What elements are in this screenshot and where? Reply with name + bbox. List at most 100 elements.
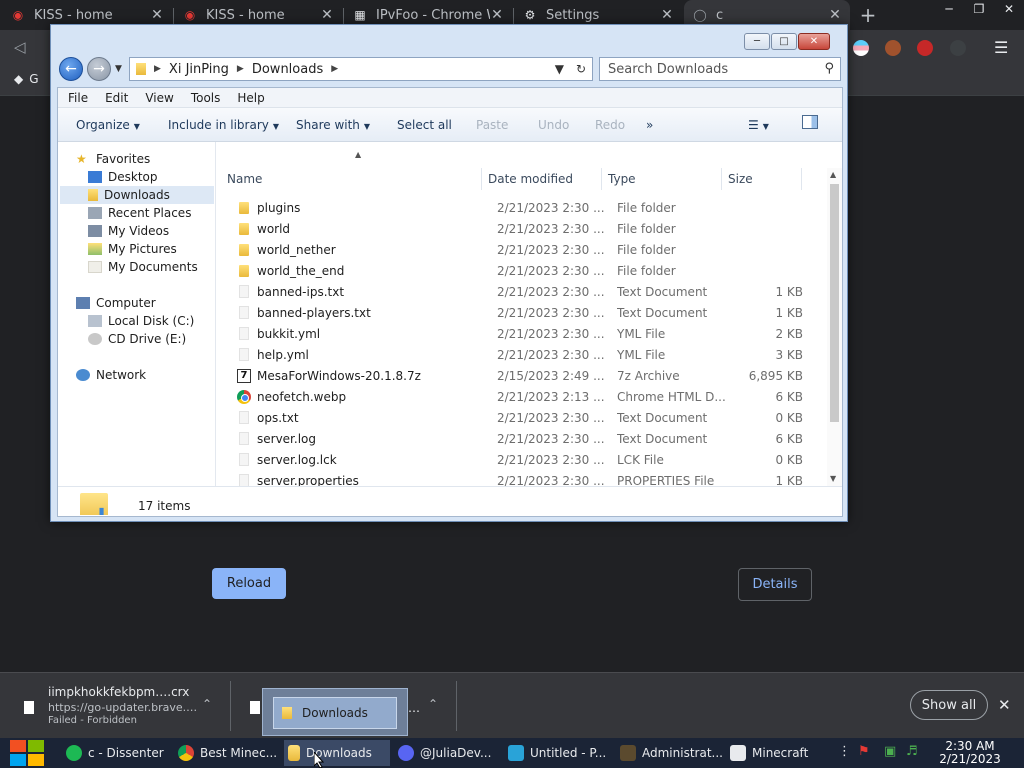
extension-icon[interactable]	[950, 40, 966, 56]
share-with-button[interactable]: Share with ▼	[296, 118, 370, 132]
select-all-button[interactable]: Select all	[397, 118, 452, 132]
ublock-icon[interactable]	[917, 40, 933, 56]
breadcrumb-item-user[interactable]: Xi JinPing	[169, 62, 229, 77]
menu-view[interactable]: View	[145, 91, 173, 105]
start-button[interactable]	[10, 740, 44, 766]
network-icon[interactable]: ▣	[884, 744, 896, 759]
organize-button[interactable]: Organize ▼	[76, 118, 140, 132]
column-header-date[interactable]: Date modified	[488, 172, 573, 186]
taskbar-item-discord[interactable]: @JuliaDev...	[394, 740, 500, 766]
tray-overflow-icon[interactable]: ⋮	[838, 744, 851, 759]
reload-button[interactable]: Reload	[212, 568, 286, 599]
show-all-button[interactable]: Show all	[910, 690, 988, 720]
nav-my-videos[interactable]: My Videos	[88, 224, 169, 238]
nav-my-documents[interactable]: My Documents	[88, 260, 198, 274]
nav-network[interactable]: Network	[76, 368, 146, 382]
back-arrow-icon[interactable]: ◁	[14, 38, 26, 56]
column-divider[interactable]	[481, 168, 482, 190]
file-row[interactable]: help.yml 2/21/2023 2:30 ... YML File 3 KB	[217, 345, 822, 366]
close-icon[interactable]: ✕	[660, 7, 674, 23]
taskbar-item-downloads[interactable]: Downloads	[284, 740, 390, 766]
column-header-size[interactable]: Size	[728, 172, 753, 186]
menu-tools[interactable]: Tools	[191, 91, 221, 105]
nav-cd-drive[interactable]: CD Drive (E:)	[88, 332, 186, 346]
view-options-button[interactable]: ☰ ▼	[748, 118, 769, 132]
file-row[interactable]: 7 MesaForWindows-20.1.8.7z 2/15/2023 2:49 …	[217, 366, 822, 387]
column-divider[interactable]	[601, 168, 602, 190]
scrollbar-thumb[interactable]	[830, 184, 839, 422]
file-row[interactable]: plugins 2/21/2023 2:30 ... File folder	[217, 198, 822, 219]
redo-button[interactable]: Redo	[595, 118, 625, 132]
menu-edit[interactable]: Edit	[105, 91, 128, 105]
file-row[interactable]: server.properties 2/21/2023 2:30 ... PROPE…	[217, 471, 822, 486]
nav-desktop[interactable]: Desktop	[88, 170, 158, 184]
menu-file[interactable]: File	[68, 91, 88, 105]
extension-avatar-icon[interactable]	[885, 40, 901, 56]
browser-menu-icon[interactable]: ☰	[994, 38, 1008, 57]
taskbar-item-admin-console[interactable]: Administrat...	[616, 740, 724, 766]
minimize-icon[interactable]: ─	[934, 0, 964, 18]
minimize-button[interactable]: ─	[744, 33, 770, 50]
column-divider[interactable]	[721, 168, 722, 190]
download-item-name[interactable]: …	[408, 701, 420, 715]
file-row[interactable]: banned-ips.txt 2/21/2023 2:30 ... Text Doc…	[217, 282, 822, 303]
system-clock[interactable]: 2:30 AM 2/21/2023	[930, 740, 1010, 766]
file-row[interactable]: neofetch.webp 2/21/2023 2:13 ... Chrome HT…	[217, 387, 822, 408]
close-icon[interactable]: ✕	[998, 696, 1011, 714]
back-button[interactable]: ←	[59, 57, 83, 81]
search-icon[interactable]: ⚲	[824, 61, 834, 76]
close-icon[interactable]: ✕	[150, 7, 164, 23]
file-row[interactable]: bukkit.yml 2/21/2023 2:30 ... YML File 2 KB	[217, 324, 822, 345]
column-divider[interactable]	[801, 168, 802, 190]
refresh-icon[interactable]: ↻	[576, 62, 586, 76]
undo-button[interactable]: Undo	[538, 118, 569, 132]
scroll-down-icon[interactable]: ▼	[830, 474, 836, 483]
close-icon[interactable]: ✕	[490, 7, 504, 23]
file-row[interactable]: ops.txt 2/21/2023 2:30 ... Text Document 0 …	[217, 408, 822, 429]
address-bar[interactable]: ▶ Xi JinPing ▶ Downloads ▶ ▼ ↻	[129, 57, 593, 81]
restore-icon[interactable]: ❐	[964, 0, 994, 18]
details-button[interactable]: Details	[738, 568, 812, 601]
new-tab-button[interactable]: +	[858, 4, 878, 26]
close-icon[interactable]: ✕	[994, 0, 1024, 18]
extension-flag-icon[interactable]	[853, 40, 869, 56]
forward-button[interactable]: →	[87, 57, 111, 81]
chevron-up-icon[interactable]: ⌃	[428, 697, 438, 711]
recent-locations-chevron-icon[interactable]: ▼	[115, 64, 122, 74]
preview-pane-button[interactable]	[802, 115, 818, 132]
close-button[interactable]: ✕	[798, 33, 830, 50]
vertical-scrollbar[interactable]: ▲ ▼	[827, 168, 842, 486]
file-row[interactable]: world 2/21/2023 2:30 ... File folder	[217, 219, 822, 240]
maximize-button[interactable]: □	[771, 33, 797, 50]
download-item-name[interactable]: iimpkhokkfekbpm….crx	[48, 685, 189, 699]
volume-icon[interactable]: ♬	[906, 744, 918, 759]
breadcrumb-item-downloads[interactable]: Downloads	[252, 62, 323, 77]
taskbar-thumbnail[interactable]: Downloads	[262, 688, 408, 736]
flag-icon[interactable]: ⚑	[858, 744, 870, 759]
nav-local-disk[interactable]: Local Disk (C:)	[88, 314, 194, 328]
close-icon[interactable]: ✕	[828, 7, 842, 23]
nav-favorites[interactable]: ★ Favorites	[76, 152, 150, 166]
thumbnail-window[interactable]: Downloads	[273, 697, 397, 729]
include-in-library-button[interactable]: Include in library ▼	[168, 118, 279, 132]
chevron-up-icon[interactable]: ⌃	[202, 697, 212, 711]
nav-computer[interactable]: Computer	[76, 296, 156, 310]
taskbar-item-chrome[interactable]: Best Minec...	[174, 740, 282, 766]
bookmark-item[interactable]: ◆ G	[14, 72, 39, 86]
nav-recent-places[interactable]: Recent Places	[88, 206, 191, 220]
column-header-type[interactable]: Type	[608, 172, 636, 186]
file-row[interactable]: server.log 2/21/2023 2:30 ... Text Documen…	[217, 429, 822, 450]
file-row[interactable]: world_the_end 2/21/2023 2:30 ... File fold…	[217, 261, 822, 282]
more-commands-button[interactable]: »	[646, 118, 653, 132]
search-input[interactable]: Search Downloads ⚲	[599, 57, 841, 81]
nav-my-pictures[interactable]: My Pictures	[88, 242, 177, 256]
taskbar-item-dissenter[interactable]: c - Dissenter	[62, 740, 172, 766]
nav-downloads[interactable]: Downloads	[60, 186, 214, 204]
column-header-name[interactable]: Name	[227, 172, 262, 186]
scroll-up-icon[interactable]: ▲	[830, 170, 836, 179]
file-row[interactable]: server.log.lck 2/21/2023 2:30 ... LCK File…	[217, 450, 822, 471]
chevron-down-icon[interactable]: ▼	[555, 62, 564, 76]
close-icon[interactable]: ✕	[320, 7, 334, 23]
file-row[interactable]: world_nether 2/21/2023 2:30 ... File folde…	[217, 240, 822, 261]
taskbar-item-paint[interactable]: Untitled - P...	[504, 740, 612, 766]
